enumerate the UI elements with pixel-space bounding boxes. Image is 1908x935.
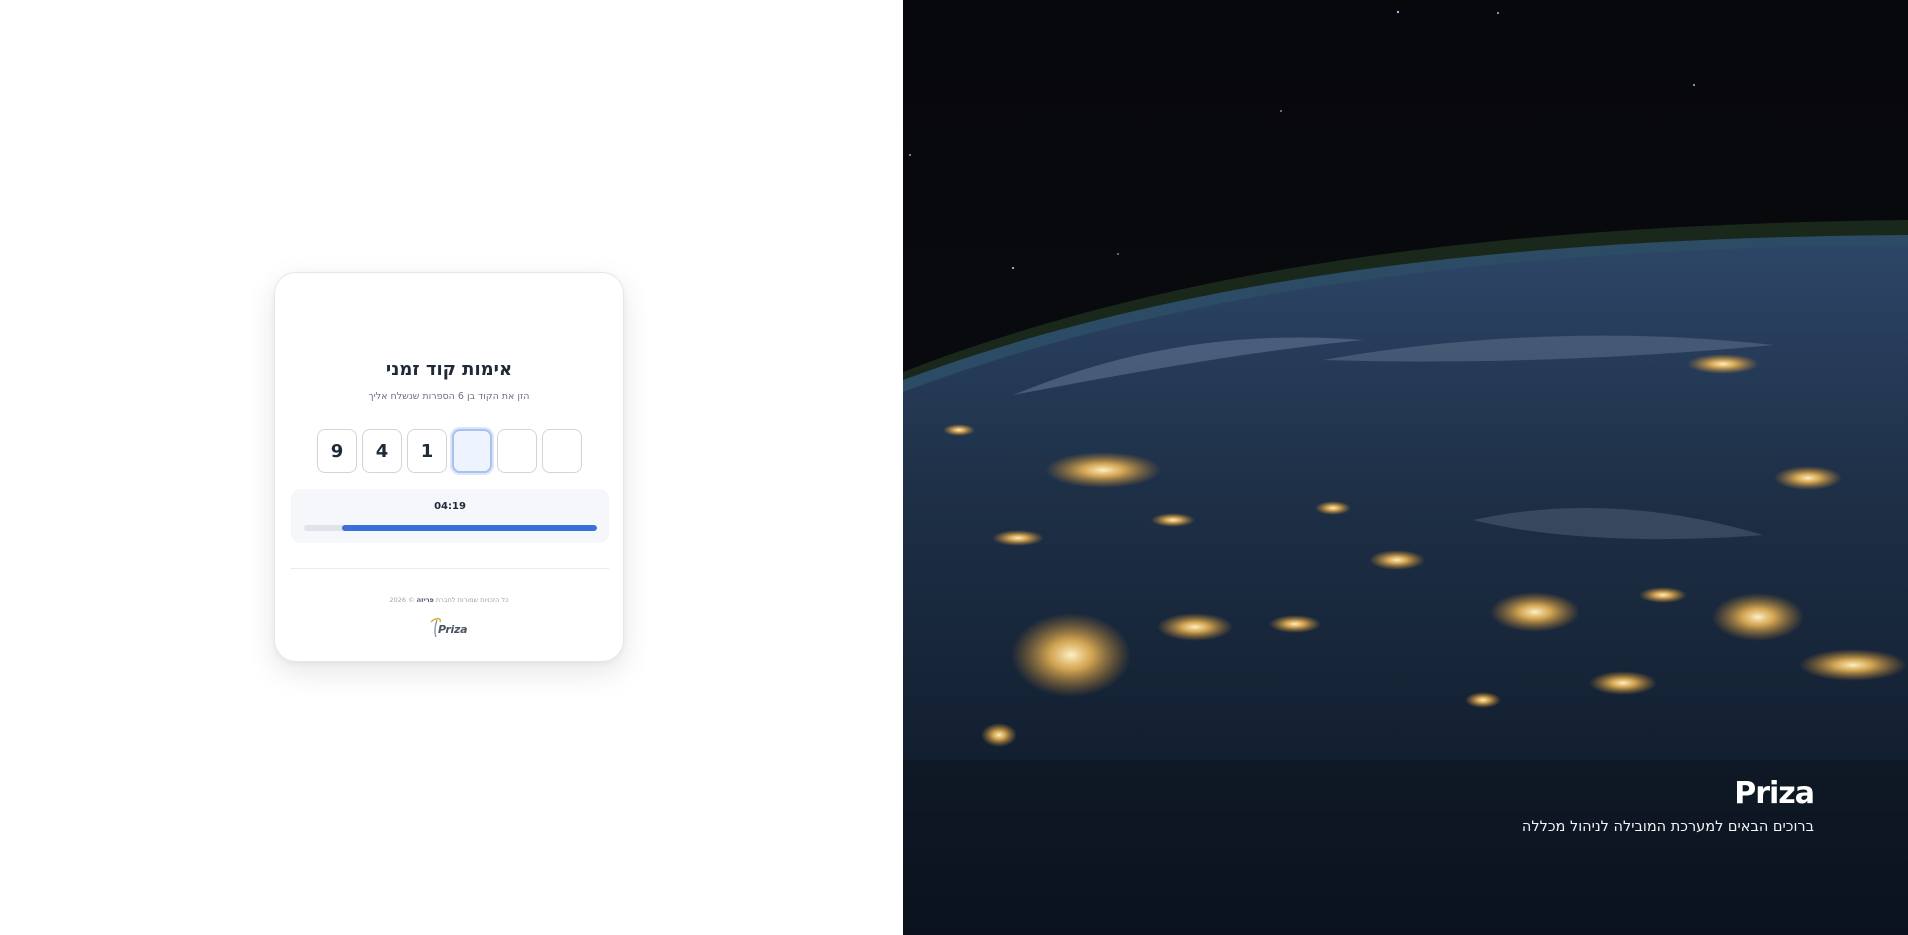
verification-title: אימות קוד זמני (385, 359, 513, 380)
otp-digit-5[interactable] (497, 429, 537, 473)
otp-digit-4[interactable] (452, 429, 492, 473)
hero-brand-title: Priza (1734, 776, 1815, 811)
copyright-year: © 2026 (389, 596, 415, 604)
otp-digit-6[interactable] (542, 429, 582, 473)
verification-card: אימות קוד זמני הזן את הקוד בן 6 הספרות ש… (274, 272, 624, 662)
otp-code-input: 9 4 1 (317, 429, 587, 473)
footer-divider (291, 568, 609, 569)
otp-digit-2[interactable]: 4 (362, 429, 402, 473)
copyright-text: כל הזכויות שמורות לחברת פריזה © 2026 (275, 596, 623, 604)
copyright-prefix: כל הזכויות שמורות לחברת (435, 596, 509, 604)
footer-logo-text: Priza (438, 623, 468, 636)
hero-panel: Priza ברוכים הבאים למערכת המובילה לניהול… (903, 0, 1908, 935)
copyright-company-link[interactable]: פריזה (417, 596, 434, 604)
hero-tagline: ברוכים הבאים למערכת המובילה לניהול מכללה (1521, 819, 1814, 835)
otp-digit-3[interactable]: 1 (407, 429, 447, 473)
countdown-time: 04:19 (434, 501, 466, 512)
countdown-progress-fill (342, 525, 597, 531)
countdown-timer-panel: 04:19 (291, 489, 609, 543)
otp-digit-1[interactable]: 9 (317, 429, 357, 473)
priza-footer-logo: Priza (428, 616, 472, 640)
login-panel: אימות קוד זמני הזן את הקוד בן 6 הספרות ש… (0, 0, 903, 935)
countdown-progress-track (304, 525, 597, 531)
verification-instructions: הזן את הקוד בן 6 הספרות שנשלח אליך (368, 391, 530, 402)
